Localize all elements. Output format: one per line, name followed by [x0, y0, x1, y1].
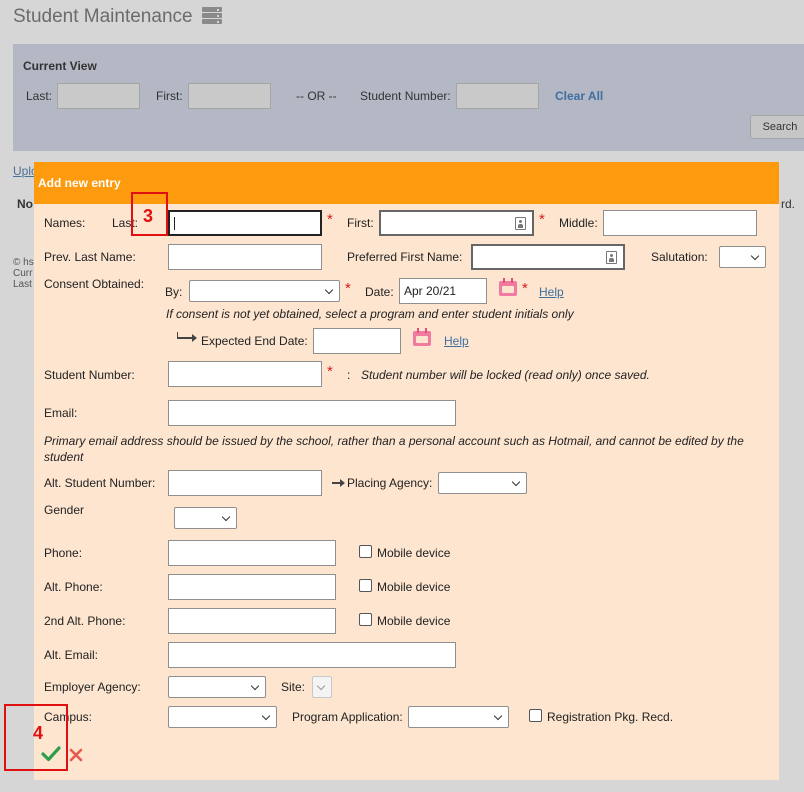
- bg-text-rd: rd.: [781, 197, 796, 211]
- phone-input[interactable]: [168, 540, 336, 566]
- names-label: Names:: [44, 216, 86, 230]
- site-select[interactable]: [312, 676, 332, 698]
- expected-end-help-link[interactable]: Help: [444, 334, 469, 348]
- calendar-icon[interactable]: [413, 328, 431, 346]
- cv-student-number-input[interactable]: [456, 83, 539, 109]
- cv-student-number-label: Student Number:: [360, 89, 451, 103]
- first-name-label: First:: [347, 216, 374, 230]
- program-application-select[interactable]: [408, 706, 509, 728]
- salutation-select[interactable]: [719, 246, 766, 268]
- second-alt-phone-input[interactable]: [168, 608, 336, 634]
- program-application-label: Program Application:: [292, 710, 403, 724]
- alt-student-number-label: Alt. Student Number:: [44, 476, 156, 490]
- second-alt-phone-label: 2nd Alt. Phone:: [44, 614, 126, 628]
- annotation-number-4: 4: [33, 723, 44, 743]
- student-number-required-mark: *: [327, 363, 333, 380]
- calendar-icon[interactable]: [499, 278, 517, 296]
- alt-email-label: Alt. Email:: [44, 648, 99, 662]
- student-number-input[interactable]: [168, 361, 322, 387]
- cv-last-input[interactable]: [57, 83, 140, 109]
- second-alt-phone-mobile-label: Mobile device: [377, 614, 451, 628]
- contact-card-icon[interactable]: [515, 217, 526, 230]
- consent-date-input[interactable]: Apr 20/21: [399, 278, 487, 304]
- email-input[interactable]: [168, 400, 456, 426]
- current-view-panel: Current View Last: First: -- OR -- Stude…: [13, 44, 804, 151]
- annotation-number-3: 3: [143, 206, 154, 226]
- alt-phone-mobile-checkbox[interactable]: [359, 579, 372, 592]
- search-button[interactable]: Search: [750, 115, 804, 139]
- consent-date-required-mark: *: [522, 280, 528, 297]
- add-entry-dialog: Add new entry Names: Last: * First: * Mi…: [34, 162, 779, 780]
- campus-select[interactable]: [168, 706, 277, 728]
- employer-agency-select[interactable]: [168, 676, 266, 698]
- consent-by-select[interactable]: [189, 280, 340, 302]
- student-number-colon: :: [347, 368, 351, 382]
- alt-phone-mobile-label: Mobile device: [377, 580, 451, 594]
- prev-last-name-label: Prev. Last Name:: [44, 250, 136, 264]
- phone-mobile-checkbox[interactable]: [359, 545, 372, 558]
- close-icon: [69, 748, 83, 762]
- arrow-right-icon: [332, 479, 345, 487]
- consent-by-required-mark: *: [345, 280, 351, 297]
- last-required-mark: *: [327, 211, 333, 228]
- gender-select[interactable]: [174, 507, 237, 529]
- cancel-button[interactable]: [68, 747, 84, 763]
- email-label: Email:: [44, 406, 78, 420]
- placing-agency-label: Placing Agency:: [347, 476, 433, 490]
- preferred-first-name-label: Preferred First Name:: [347, 250, 463, 264]
- placing-agency-select[interactable]: [438, 472, 527, 494]
- contact-card-icon[interactable]: [606, 251, 617, 264]
- consent-by-label: By:: [165, 285, 183, 299]
- registration-pkg-label: Registration Pkg. Recd.: [547, 710, 674, 724]
- expected-end-date-input[interactable]: [313, 328, 401, 354]
- student-number-label: Student Number:: [44, 368, 135, 382]
- employer-agency-label: Employer Agency:: [44, 680, 141, 694]
- phone-label: Phone:: [44, 546, 83, 560]
- page-title: Student Maintenance: [13, 6, 193, 27]
- annotation-box-4: 4: [4, 704, 68, 771]
- middle-name-input[interactable]: [603, 210, 757, 236]
- consent-help-link[interactable]: Help: [539, 285, 564, 299]
- annotation-box-3: 3: [131, 192, 168, 236]
- middle-name-label: Middle:: [559, 216, 598, 230]
- footer-line-1: © hs: [13, 257, 34, 268]
- alt-email-input[interactable]: [168, 642, 456, 668]
- alt-phone-label: Alt. Phone:: [44, 580, 103, 594]
- salutation-label: Salutation:: [651, 250, 708, 264]
- consent-note: If consent is not yet obtained, select a…: [166, 307, 574, 321]
- footer-line-2: Curr: [13, 268, 33, 279]
- alt-student-number-input[interactable]: [168, 470, 322, 496]
- clear-all-link[interactable]: Clear All: [555, 89, 603, 103]
- prev-last-name-input[interactable]: [168, 244, 322, 270]
- elbow-arrow-head: [177, 334, 197, 342]
- site-label: Site:: [281, 680, 306, 694]
- consent-date-label: Date:: [365, 285, 394, 299]
- cv-last-label: Last:: [26, 89, 53, 103]
- cv-or-label: -- OR --: [296, 89, 337, 103]
- first-required-mark: *: [539, 211, 545, 228]
- database-icon[interactable]: [202, 7, 222, 25]
- student-number-note: Student number will be locked (read only…: [361, 368, 650, 382]
- phone-mobile-label: Mobile device: [377, 546, 451, 560]
- bg-text-no: No: [17, 197, 33, 211]
- cv-first-input[interactable]: [188, 83, 271, 109]
- preferred-first-name-input[interactable]: [471, 244, 625, 270]
- registration-pkg-checkbox[interactable]: [529, 709, 542, 722]
- footer-line-3: Last: [13, 279, 32, 290]
- first-name-input[interactable]: [379, 210, 534, 236]
- text-cursor: [174, 217, 175, 230]
- expected-end-date-label: Expected End Date:: [201, 334, 308, 348]
- alt-phone-input[interactable]: [168, 574, 336, 600]
- email-note: Primary email address should be issued b…: [44, 434, 744, 464]
- gender-label: Gender: [44, 503, 85, 517]
- cv-first-label: First:: [156, 89, 183, 103]
- current-view-title: Current View: [23, 59, 97, 73]
- second-alt-phone-mobile-checkbox[interactable]: [359, 613, 372, 626]
- consent-obtained-label: Consent Obtained:: [44, 277, 145, 291]
- last-name-input[interactable]: [168, 210, 322, 236]
